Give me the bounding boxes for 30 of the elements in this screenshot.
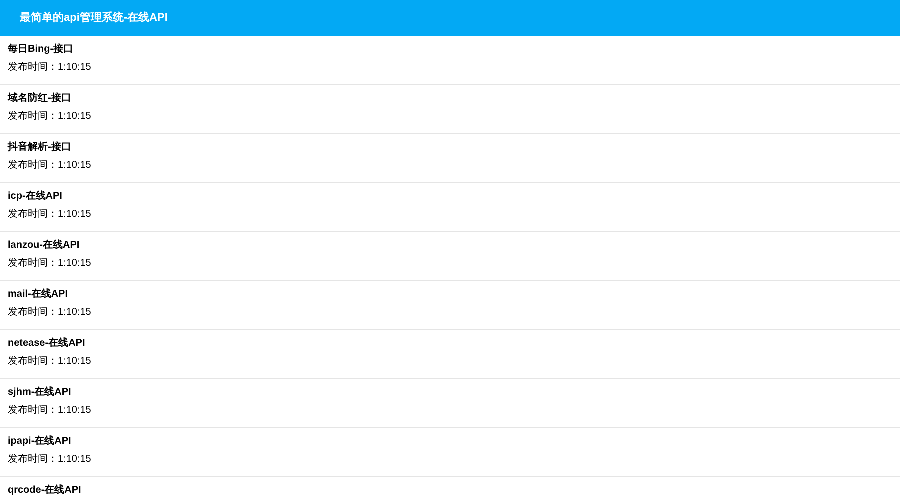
publish-time: 发布时间：1:10:15 <box>8 62 92 74</box>
api-list-item[interactable]: 抖音解析-接口 发布时间：1:10:15 <box>0 134 900 183</box>
publish-time: 发布时间：1:10:15 <box>8 111 92 123</box>
publish-time: 发布时间：1:10:15 <box>8 160 92 172</box>
api-name: netease-在线API <box>8 338 86 350</box>
page-title: 最简单的api管理系统-在线API <box>20 10 168 26</box>
api-name: mail-在线API <box>8 289 70 301</box>
api-name: icp-在线API <box>8 191 64 203</box>
api-name: ipapi-在线API <box>8 436 72 448</box>
api-list-item[interactable]: icp-在线API 发布时间：1:10:15 <box>0 183 900 232</box>
api-list-item[interactable]: sjhm-在线API 发布时间：1:10:15 <box>0 379 900 428</box>
publish-time: 发布时间：1:10:15 <box>8 454 92 466</box>
api-list-item[interactable]: netease-在线API 发布时间：1:10:15 <box>0 330 900 379</box>
api-list-item[interactable]: 每日Bing-接口 发布时间：1:10:15 <box>0 36 900 85</box>
publish-time: 发布时间：1:10:15 <box>8 258 92 270</box>
publish-time: 发布时间：1:10:15 <box>8 209 92 221</box>
api-name: 抖音解析-接口 <box>8 142 72 154</box>
api-list-item[interactable]: ipapi-在线API 发布时间：1:10:15 <box>0 428 900 477</box>
api-name: 域名防红-接口 <box>8 93 72 105</box>
api-list-item[interactable]: qrcode-在线API <box>0 477 900 496</box>
publish-time: 发布时间：1:10:15 <box>8 307 92 319</box>
api-list-item[interactable]: 域名防红-接口 发布时间：1:10:15 <box>0 85 900 134</box>
api-list-item[interactable]: lanzou-在线API 发布时间：1:10:15 <box>0 232 900 281</box>
api-list-item[interactable]: mail-在线API 发布时间：1:10:15 <box>0 281 900 330</box>
api-name: sjhm-在线API <box>8 387 72 399</box>
publish-time: 发布时间：1:10:15 <box>8 405 92 417</box>
publish-time: 发布时间：1:10:15 <box>8 356 92 368</box>
api-name: qrcode-在线API <box>8 485 82 496</box>
api-name: lanzou-在线API <box>8 240 81 252</box>
api-name: 每日Bing-接口 <box>8 44 75 56</box>
